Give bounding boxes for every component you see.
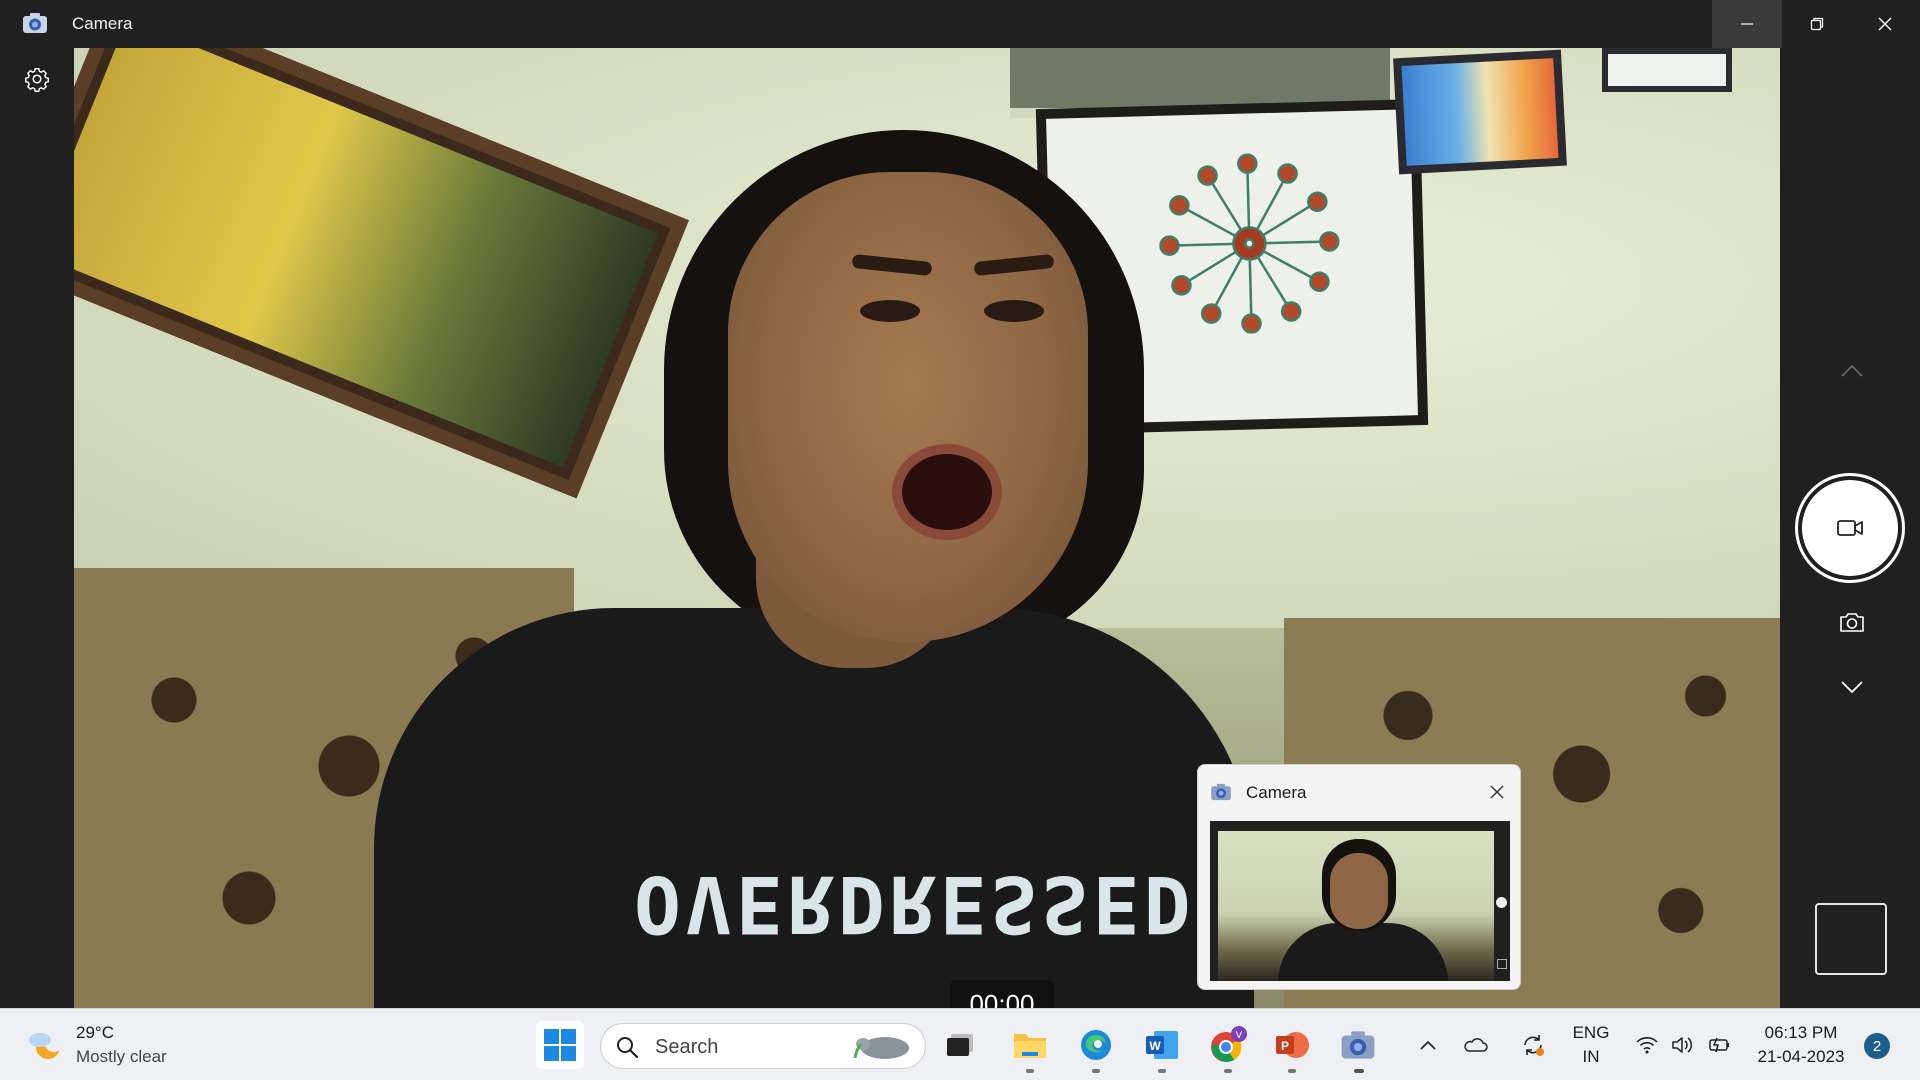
minimize-button[interactable] [1712,0,1782,48]
mini-person-body [1278,923,1448,981]
video-camera-icon [1837,520,1863,536]
mini-scene [1218,831,1494,981]
preview-mouth [892,444,1002,540]
window-title: Camera [72,14,133,33]
windows-logo-icon [544,1029,576,1061]
chevron-up-icon [1420,1040,1436,1050]
svg-text:W: W [1149,1039,1161,1053]
chevron-down-icon [1841,681,1863,694]
chrome-profile-letter: V [1236,1030,1243,1041]
photo-mode-button[interactable] [1834,606,1870,638]
preview-eye-right [984,300,1044,322]
camera-preview: OVERDRESSED 00:00 [74,48,1780,1008]
last-capture-thumbnail-button[interactable] [1815,903,1887,975]
camera-taskbar-button[interactable] [1334,1021,1382,1069]
preview-painting-top-right [1602,48,1732,92]
notification-badge[interactable]: 2 [1864,1033,1890,1059]
weather-moon-cloud-icon[interactable] [26,1027,64,1063]
mini-person-face [1330,853,1388,929]
camera-thumbnail-popup[interactable]: Camera [1197,764,1521,990]
preview-person-face [728,172,1088,642]
word-icon: W [1146,1031,1178,1059]
chrome-button[interactable]: V [1204,1021,1252,1069]
search-icon [617,1037,639,1059]
file-explorer-button[interactable] [1006,1021,1054,1069]
minimize-icon [1741,23,1753,25]
close-icon [1878,17,1892,31]
sync-button[interactable] [1518,1021,1548,1069]
search-highlight-manatee-icon [853,1037,909,1059]
language-code[interactable]: ENG [1566,1023,1616,1043]
mode-up-button[interactable] [1830,356,1874,386]
restore-icon [1810,17,1824,31]
close-button[interactable] [1850,0,1920,48]
chevron-up-icon [1841,364,1863,377]
show-hidden-icons-button[interactable] [1414,1021,1442,1069]
preview-painting-small [1393,49,1567,175]
preview-eye-left [860,300,920,322]
start-button[interactable] [536,1021,584,1069]
camera-app-icon [1210,783,1232,801]
battery-status[interactable] [1704,1021,1734,1069]
camera-app-icon [1341,1031,1375,1059]
taskbar: 29°C Mostly clear Search W V P ENG IN 06… [0,1008,1920,1080]
search-placeholder: Search [655,1036,719,1058]
task-view-button[interactable] [936,1021,984,1069]
gear-icon [25,68,49,92]
mini-record-dot [1496,897,1507,908]
cloud-icon [1464,1038,1488,1052]
task-view-icon [947,1034,973,1056]
popup-close-button[interactable] [1482,777,1512,807]
restore-button[interactable] [1782,0,1852,48]
weather-description[interactable]: Mostly clear [76,1047,167,1067]
title-bar: Camera [0,0,1920,48]
wifi-icon [1636,1037,1658,1054]
mini-last-capture [1497,959,1507,969]
weather-temperature[interactable]: 29°C [76,1023,114,1043]
camera-running-indicator [1354,1069,1364,1073]
language-region[interactable]: IN [1566,1047,1616,1067]
taskbar-search-box[interactable]: Search [600,1023,926,1069]
edge-icon [1081,1030,1111,1060]
powerpoint-button[interactable]: P [1268,1021,1316,1069]
chrome-icon: V [1211,1026,1247,1062]
folder-icon [1014,1034,1046,1058]
sync-icon [1524,1035,1544,1056]
word-button[interactable]: W [1138,1021,1186,1069]
svg-text:P: P [1281,1039,1289,1053]
settings-button[interactable] [22,64,52,94]
speaker-icon [1672,1037,1693,1053]
wifi-status[interactable] [1632,1021,1662,1069]
powerpoint-running-indicator [1288,1069,1296,1073]
popup-preview-image[interactable] [1210,821,1510,981]
close-icon [1490,785,1504,799]
camera-icon [1840,613,1864,632]
powerpoint-icon: P [1276,1032,1309,1058]
clock-date[interactable]: 21-04-2023 [1748,1047,1854,1067]
camera-app-icon [22,12,48,34]
onedrive-button[interactable] [1460,1021,1490,1069]
mode-down-button[interactable] [1830,672,1874,702]
chrome-running-indicator [1224,1069,1232,1073]
popup-title: Camera [1246,783,1307,802]
explorer-running-indicator [1026,1069,1034,1073]
edge-browser-button[interactable] [1072,1021,1120,1069]
battery-charging-icon [1709,1037,1729,1053]
edge-running-indicator [1092,1069,1100,1073]
camera-app-window: Camera OVERDRESSED 00:00 Camera [0,0,1920,1008]
word-running-indicator [1158,1069,1166,1073]
mandala-art [1159,153,1340,334]
shirt-print: OVERDRESSED [634,858,1195,948]
record-video-button[interactable] [1798,476,1902,580]
clock-time[interactable]: 06:13 PM [1748,1023,1854,1043]
recording-timer: 00:00 [950,980,1054,1008]
volume-status[interactable] [1668,1021,1698,1069]
